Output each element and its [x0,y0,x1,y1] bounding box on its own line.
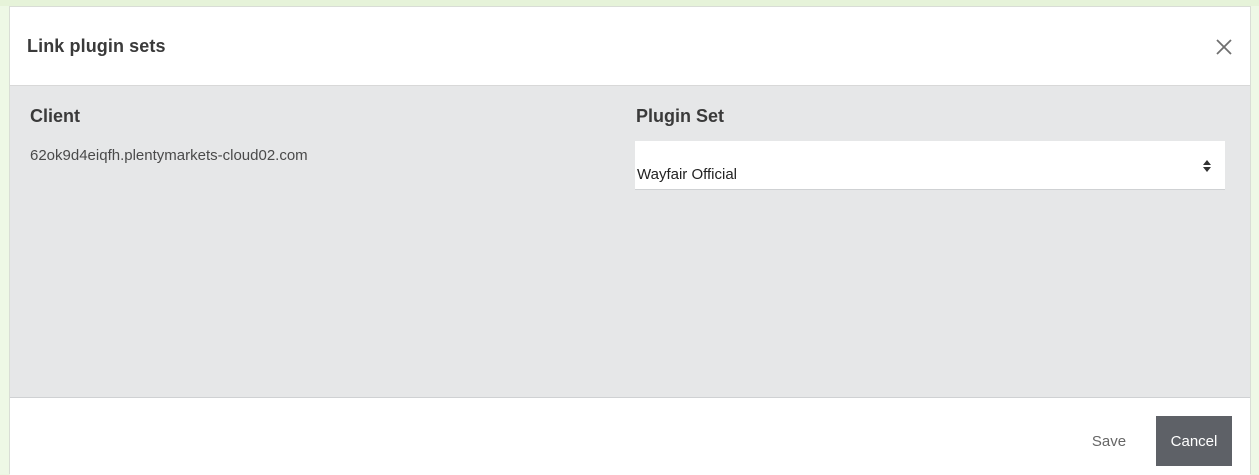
dialog-header: Link plugin sets [10,7,1250,86]
dialog-footer: Save Cancel [10,398,1250,475]
plugin-set-select[interactable]: Wayfair Official [635,141,1225,190]
sort-arrows-icon [1203,160,1211,172]
client-label: Client [30,106,81,126]
dialog-title: Link plugin sets [27,36,166,56]
plugin-set-selected-value: Wayfair Official [637,166,738,183]
close-icon [1216,39,1232,55]
close-button[interactable] [1210,33,1238,61]
save-button[interactable]: Save [1078,416,1140,466]
client-value: 62ok9d4eiqfh.plentymarkets-cloud02.com [30,147,308,164]
link-plugin-sets-dialog: Link plugin sets Client 62ok9d4eiqfh.ple… [9,6,1251,475]
dialog-body: Client 62ok9d4eiqfh.plentymarkets-cloud0… [10,86,1250,398]
plugin-set-label: Plugin Set [636,106,725,126]
cancel-button[interactable]: Cancel [1156,416,1232,466]
